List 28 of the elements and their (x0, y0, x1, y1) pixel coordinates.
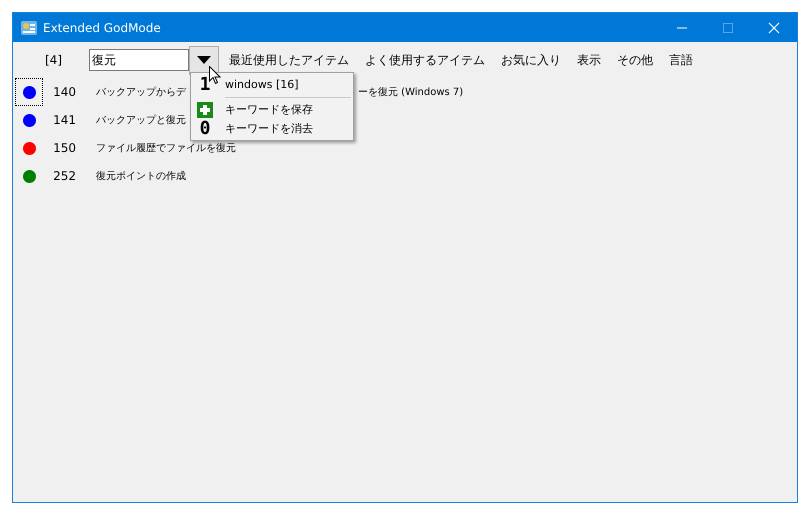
dropdown-button[interactable] (189, 46, 219, 74)
caret-icon (197, 56, 211, 64)
item-title[interactable]: 復元ポイントの作成 (96, 169, 186, 183)
menu-item[interactable]: よく使用するアイテム (365, 52, 485, 68)
digit-icon: 1 (200, 75, 210, 94)
result-count: [4] (45, 53, 63, 67)
item-number: 150 (52, 141, 76, 155)
item-number: 252 (52, 169, 76, 183)
item-title[interactable]: バックアップと復元 (96, 113, 186, 127)
focused-cell[interactable] (15, 78, 43, 106)
item-number: 140 (52, 85, 76, 99)
menu-item[interactable]: その他 (617, 52, 653, 68)
menu-item[interactable]: 表示 (577, 52, 601, 68)
menu-item[interactable]: 言語 (669, 52, 693, 68)
digit-icon: 0 (200, 119, 210, 138)
search-field[interactable]: 復元 (89, 49, 189, 71)
app-icon (21, 20, 37, 36)
window-title: Extended GodMode (43, 20, 161, 34)
item-number: 141 (52, 113, 76, 127)
mouse-cursor-icon (209, 66, 221, 85)
menu-option[interactable]: キーワードを保存 (225, 102, 313, 117)
item-title[interactable]: ーを復元 (Windows 7) (358, 85, 464, 99)
item-title[interactable]: ファイル履歴でファイルを復元 (96, 141, 236, 155)
menu-item[interactable]: お気に入り (501, 52, 561, 68)
plus-icon (197, 102, 213, 118)
menu-option[interactable]: キーワードを消去 (225, 121, 313, 136)
menu-item[interactable]: 最近使用したアイテム (229, 52, 349, 68)
menu-option[interactable]: windows [16] (225, 78, 299, 91)
